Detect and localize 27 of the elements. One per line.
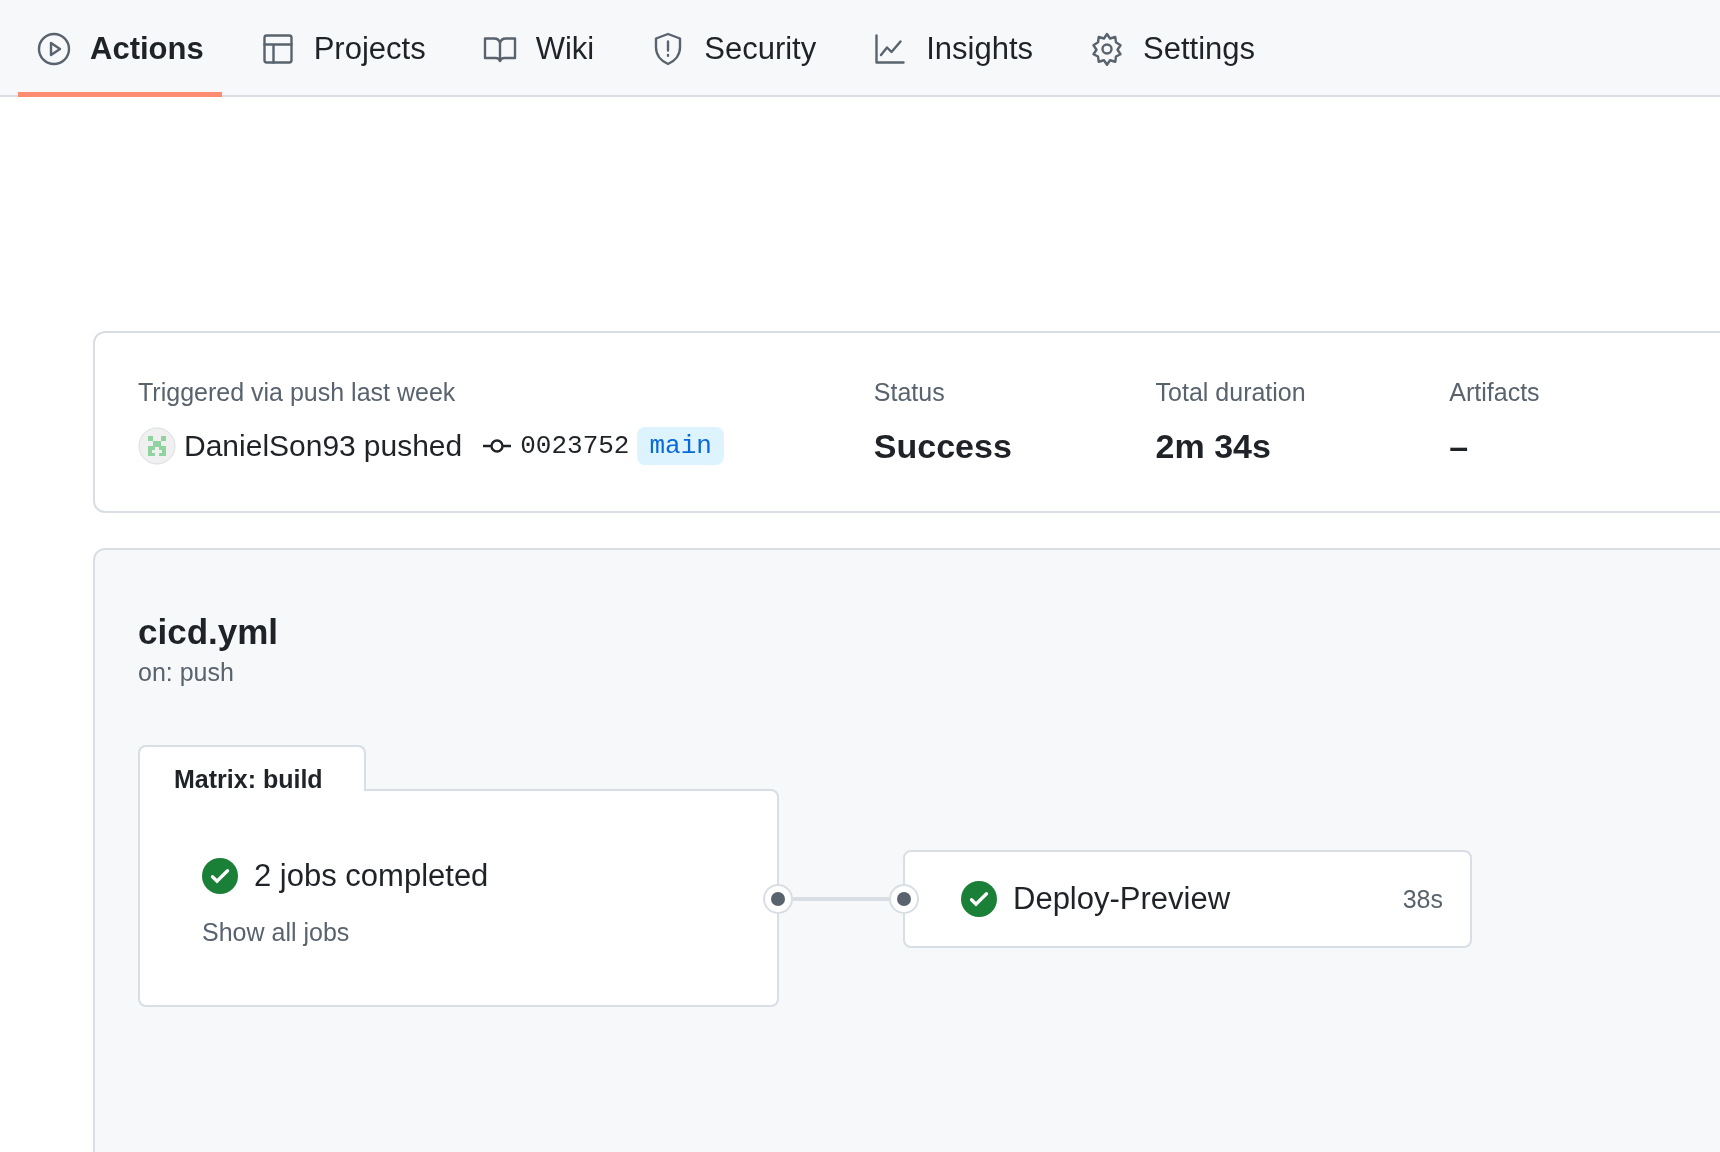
commit-sha[interactable]: 0023752 [520,431,630,461]
field-value: Success [873,427,1013,466]
push-text: pushed [363,429,463,463]
avatar-icon [138,427,176,465]
field-label: Total duration [1155,378,1307,407]
job-duration: 38s [1402,884,1443,914]
show-jobs-link[interactable]: Show all jobs [202,918,777,947]
play-icon [36,30,72,67]
user-link[interactable]: DanielSon93 [184,429,356,463]
nav-tab[interactable]: Security [632,0,835,97]
workflow-event: on: push [138,658,235,687]
field-label: Artifacts [1449,378,1541,407]
field-label: Status [873,378,946,407]
commit-icon [482,436,513,456]
nav-tab[interactable]: Actions [18,0,222,97]
workflow-title: cicd.yml [138,612,280,652]
trigger-text: Triggered via push last week [138,378,457,407]
nav-tab[interactable]: Wiki [463,0,613,97]
field-value: – [1449,427,1470,466]
field-value: 2m 34s [1155,427,1272,466]
nav-tab[interactable]: Settings [1071,0,1274,97]
job-card[interactable]: Deploy-Preview 38s [903,850,1472,948]
jobs-summary: 2 jobs completed [254,858,489,894]
nav-tab[interactable]: Projects [241,0,444,97]
job-name: Deploy-Preview [1013,881,1231,917]
branch-label[interactable]: main [637,427,724,465]
nav-tab[interactable]: Insights [854,0,1052,97]
